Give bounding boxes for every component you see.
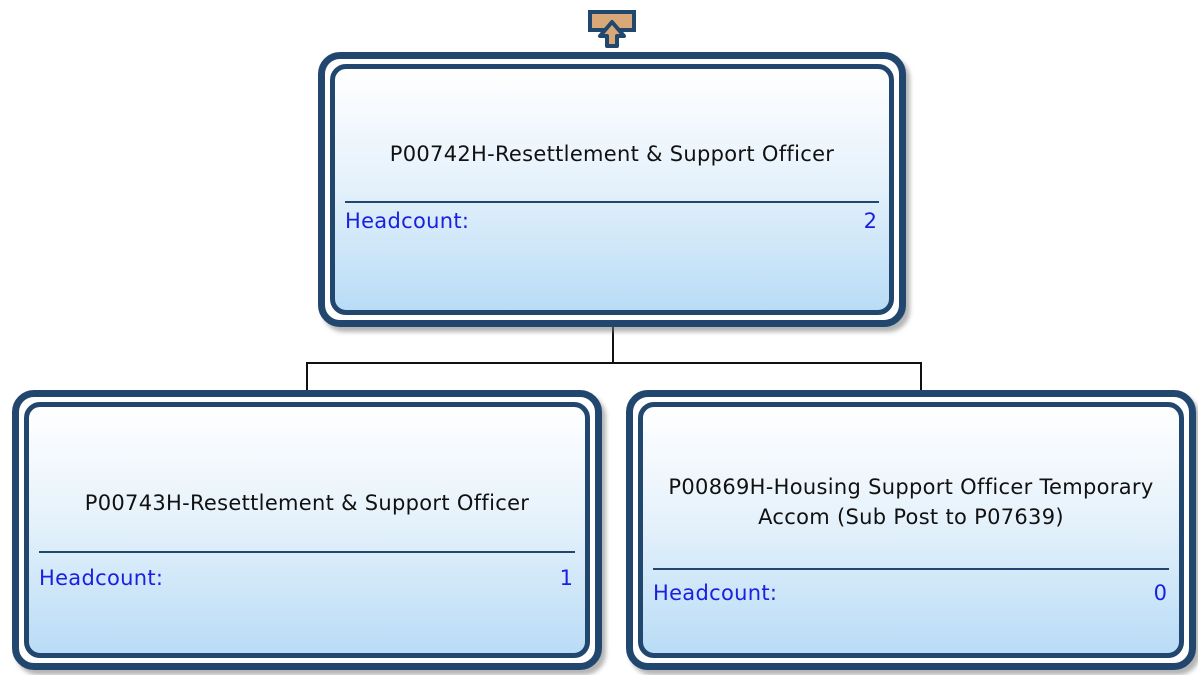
- node-divider: [39, 551, 575, 553]
- connector-horizontal: [306, 362, 922, 364]
- connector-root-down: [612, 327, 614, 363]
- org-node-child-left[interactable]: P00743H-Resettlement & Support Officer H…: [12, 390, 602, 670]
- node-title: P00869H-Housing Support Officer Temporar…: [668, 475, 1154, 529]
- node-divider: [345, 201, 879, 203]
- headcount-label: Headcount:: [653, 581, 778, 605]
- headcount-value: 0: [1153, 581, 1167, 605]
- org-node-root-body: P00742H-Resettlement & Support Officer H…: [330, 64, 894, 315]
- headcount-label: Headcount:: [39, 566, 164, 590]
- connector-right-down: [920, 362, 922, 392]
- org-node-child-left-body: P00743H-Resettlement & Support Officer H…: [24, 402, 590, 658]
- headcount-label: Headcount:: [345, 209, 470, 233]
- headcount-value: 1: [559, 566, 573, 590]
- connector-left-down: [306, 362, 308, 392]
- org-node-child-right[interactable]: P00869H-Housing Support Officer Temporar…: [626, 390, 1196, 670]
- go-up-arrow-icon[interactable]: [588, 10, 636, 48]
- node-divider: [653, 568, 1169, 570]
- org-node-root[interactable]: P00742H-Resettlement & Support Officer H…: [318, 52, 906, 327]
- headcount-value: 2: [863, 209, 877, 233]
- org-node-child-right-body: P00869H-Housing Support Officer Temporar…: [638, 402, 1184, 658]
- node-title: P00743H-Resettlement & Support Officer: [84, 491, 530, 515]
- node-title: P00742H-Resettlement & Support Officer: [389, 142, 835, 166]
